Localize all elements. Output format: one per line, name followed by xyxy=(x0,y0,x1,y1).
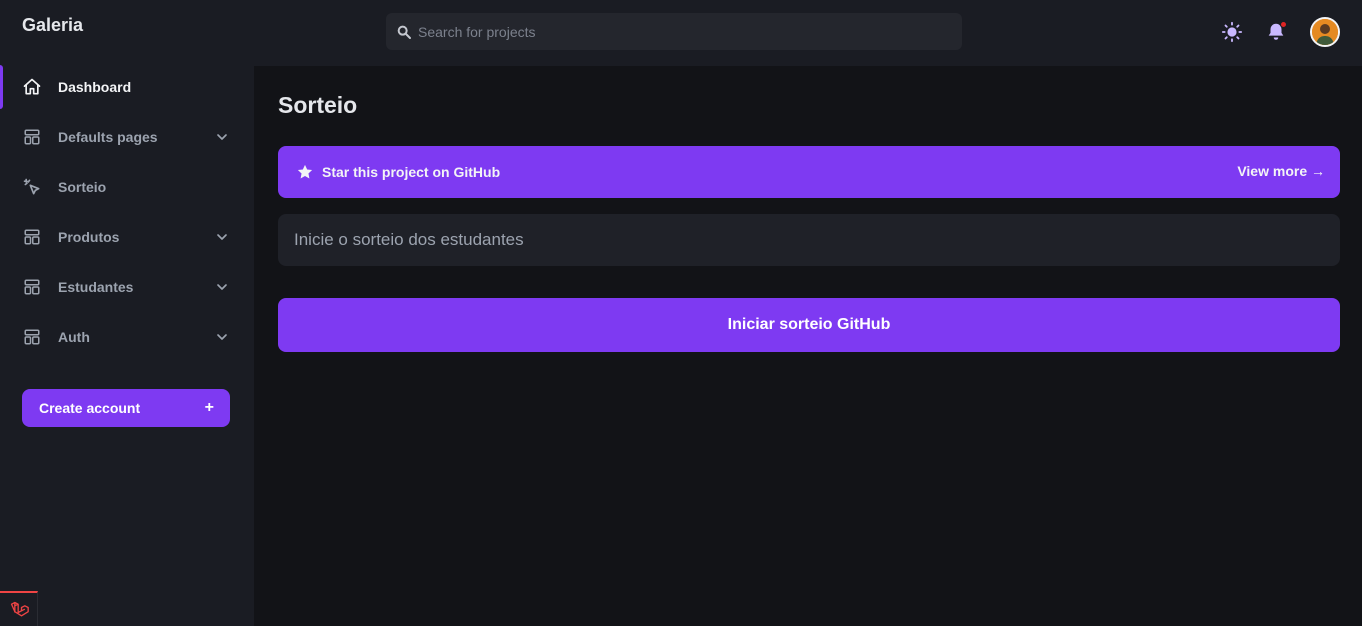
cursor-click-icon xyxy=(22,177,42,197)
start-draw-label: Iniciar sorteio GitHub xyxy=(727,316,891,333)
notification-badge xyxy=(1280,21,1287,28)
brand-logo-text[interactable]: Galeria xyxy=(22,15,83,36)
chevron-down-icon xyxy=(217,334,227,340)
layout-icon xyxy=(22,277,42,297)
github-star-banner[interactable]: Star this project on GitHub View more → xyxy=(278,146,1340,198)
sidebar-item-label: Defaults pages xyxy=(58,129,158,145)
top-header xyxy=(254,0,1362,66)
layout-icon xyxy=(22,327,42,347)
avatar-image xyxy=(1312,19,1338,45)
sidebar-item-label: Dashboard xyxy=(58,79,132,95)
create-account-label: Create account xyxy=(39,400,141,416)
search-input[interactable] xyxy=(418,13,948,50)
sidebar-item-label: Sorteio xyxy=(58,179,107,195)
sidebar-item-produtos[interactable]: Produtos xyxy=(0,212,254,262)
info-card: Inicie o sorteio dos estudantes xyxy=(278,214,1340,266)
layout-icon xyxy=(22,127,42,147)
sidebar: Galeria Dashboard Defaults pages Sorteio xyxy=(0,0,254,626)
sidebar-item-label: Produtos xyxy=(58,229,120,245)
sidebar-item-dashboard[interactable]: Dashboard xyxy=(0,62,254,112)
sidebar-nav: Dashboard Defaults pages Sorteio Produto… xyxy=(0,62,254,362)
sun-icon[interactable] xyxy=(1221,21,1243,43)
home-icon xyxy=(22,77,42,97)
info-text: Inicie o sorteio dos estudantes xyxy=(294,230,524,249)
create-account-button[interactable]: Create account + xyxy=(22,389,230,427)
sidebar-item-estudantes[interactable]: Estudantes xyxy=(0,262,254,312)
sidebar-item-sorteio[interactable]: Sorteio xyxy=(0,162,254,212)
chevron-down-icon xyxy=(217,284,227,290)
chevron-down-icon xyxy=(217,134,227,140)
search-bar xyxy=(386,13,962,50)
view-more-link[interactable]: View more → xyxy=(1237,163,1325,179)
layout-icon xyxy=(22,227,42,247)
avatar[interactable] xyxy=(1310,17,1340,47)
sidebar-item-defaults-pages[interactable]: Defaults pages xyxy=(0,112,254,162)
laravel-icon xyxy=(10,601,29,616)
sidebar-item-label: Auth xyxy=(58,329,90,345)
sidebar-item-auth[interactable]: Auth xyxy=(0,312,254,362)
page-title: Sorteio xyxy=(278,92,358,118)
sidebar-item-label: Estudantes xyxy=(58,279,134,295)
laravel-debug-button[interactable] xyxy=(0,591,38,626)
search-icon xyxy=(397,25,411,39)
plus-icon: + xyxy=(204,399,214,416)
chevron-down-icon xyxy=(217,234,227,240)
star-icon xyxy=(297,164,313,179)
start-draw-button[interactable]: Iniciar sorteio GitHub xyxy=(278,298,1340,352)
banner-label: Star this project on GitHub xyxy=(322,164,501,180)
